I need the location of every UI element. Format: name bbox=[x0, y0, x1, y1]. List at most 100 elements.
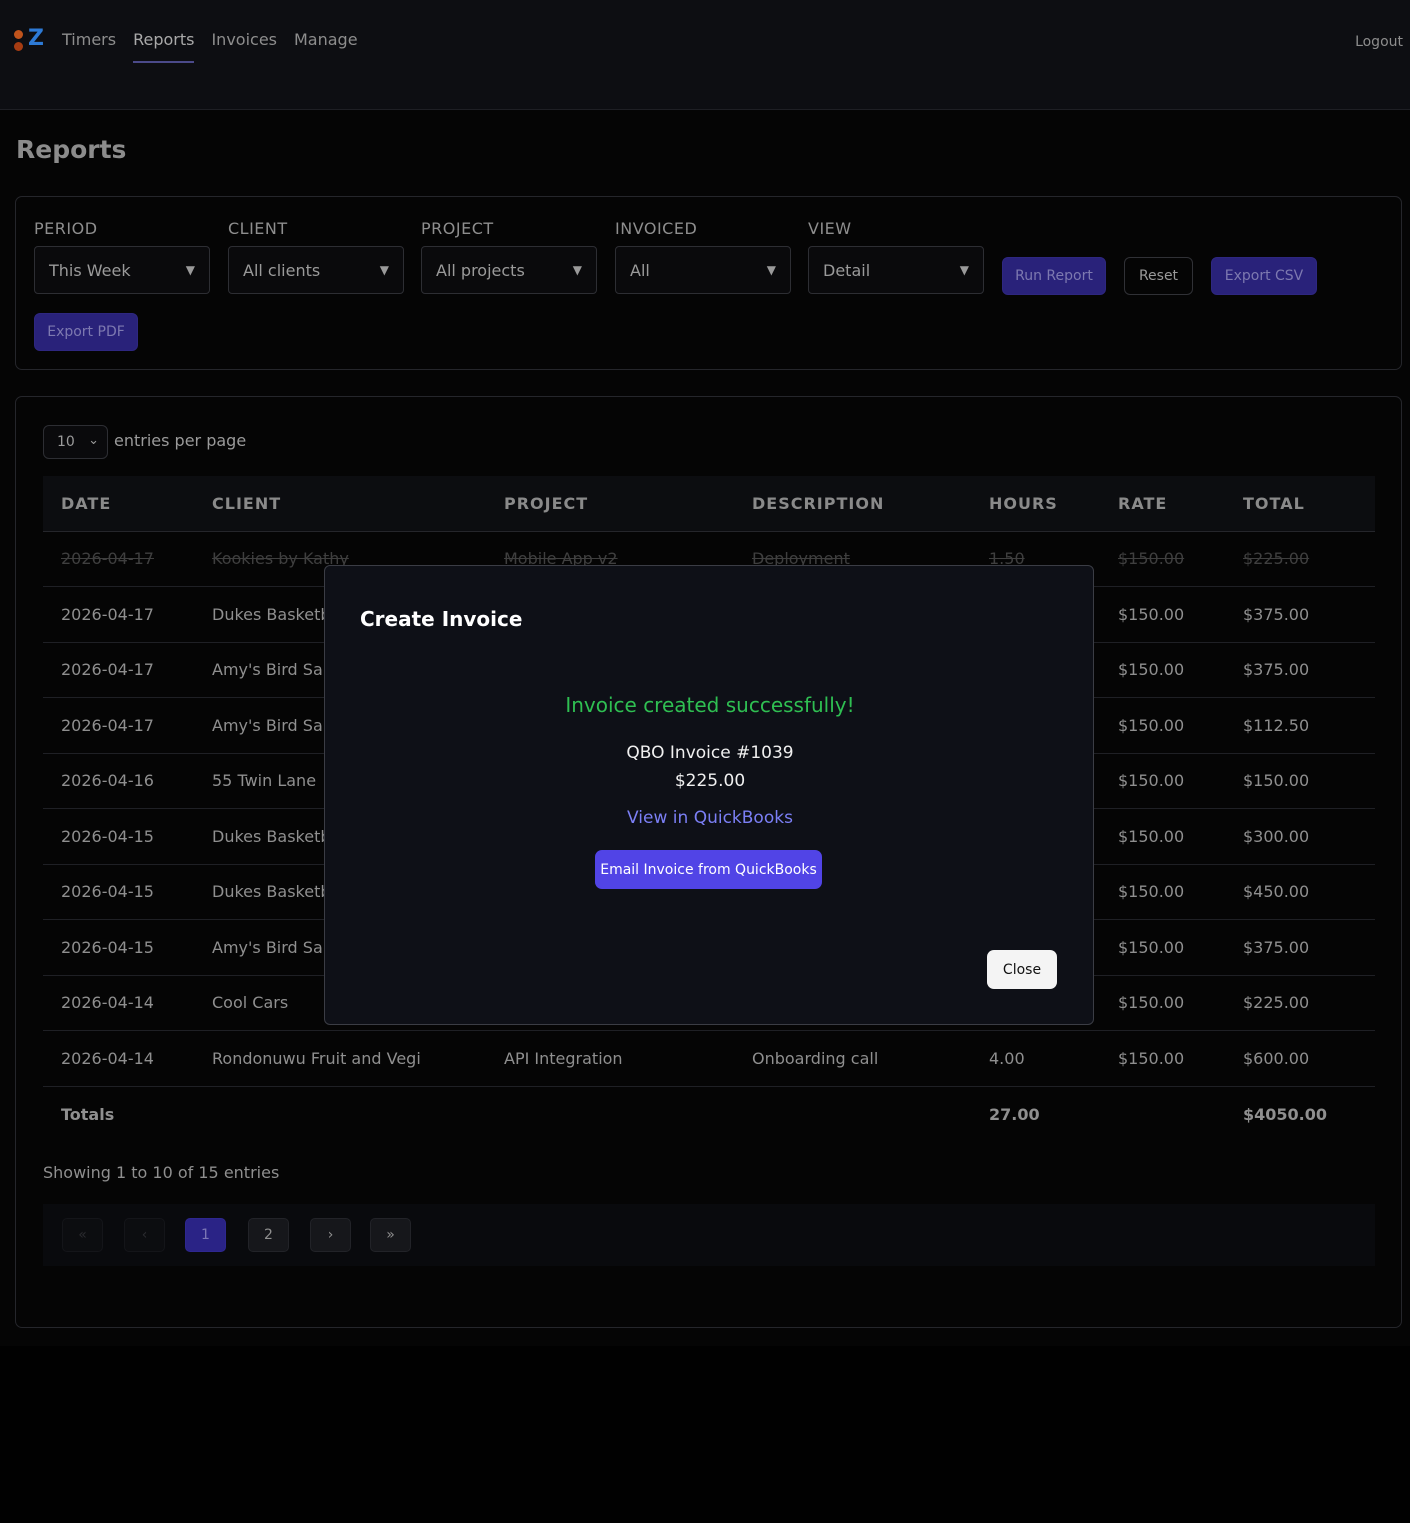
modal-title: Create Invoice bbox=[360, 607, 523, 631]
client-label: CLIENT bbox=[228, 219, 288, 238]
cell-rate: $150.00 bbox=[1100, 1030, 1225, 1087]
project-value: All projects bbox=[436, 261, 525, 280]
export-pdf-button[interactable]: Export PDF bbox=[34, 313, 138, 351]
invoiced-value: All bbox=[630, 261, 650, 280]
cell-date: 2026-04-15 bbox=[43, 919, 194, 976]
period-label: PERIOD bbox=[34, 219, 98, 238]
caret-down-icon: ▼ bbox=[379, 263, 389, 277]
cell-rate: $150.00 bbox=[1100, 586, 1225, 643]
page-title: Reports bbox=[16, 135, 127, 164]
cell-total: $375.00 bbox=[1225, 642, 1375, 698]
cell-date: 2026-04-15 bbox=[43, 808, 194, 865]
view-in-quickbooks-link[interactable]: View in QuickBooks bbox=[325, 808, 1095, 828]
cell-total: $600.00 bbox=[1225, 1030, 1375, 1087]
entries-per-page-select[interactable]: 10 ⌄ bbox=[43, 425, 108, 459]
top-navbar: Z Timers Reports Invoices Manage Logout bbox=[0, 0, 1410, 110]
nav-link-manage[interactable]: Manage bbox=[294, 30, 358, 63]
cell-date: 2026-04-14 bbox=[43, 975, 194, 1031]
entries-info: Showing 1 to 10 of 15 entries bbox=[43, 1163, 280, 1182]
caret-down-icon: ▼ bbox=[572, 263, 582, 277]
cell-total: $375.00 bbox=[1225, 586, 1375, 643]
totals-label: Totals bbox=[61, 1104, 115, 1124]
cell-rate: $150.00 bbox=[1100, 975, 1225, 1031]
period-value: This Week bbox=[49, 261, 131, 280]
cell-rate: $150.00 bbox=[1100, 808, 1225, 865]
cell-total: $225.00 bbox=[1225, 975, 1375, 1031]
prev-page-button[interactable]: ‹ bbox=[124, 1218, 165, 1252]
cell-total: $150.00 bbox=[1225, 753, 1375, 809]
cell-hours: 4.00 bbox=[971, 1030, 1100, 1087]
column-header-total[interactable]: TOTAL bbox=[1225, 476, 1375, 532]
period-select[interactable]: This Week ▼ bbox=[34, 246, 210, 294]
next-page-button[interactable]: › bbox=[310, 1218, 351, 1252]
view-select[interactable]: Detail ▼ bbox=[808, 246, 984, 294]
column-header-description[interactable]: DESCRIPTION bbox=[734, 476, 971, 532]
invoice-amount: $225.00 bbox=[674, 771, 746, 791]
column-header-project[interactable]: PROJECT bbox=[486, 476, 734, 532]
cell-rate: $150.00 bbox=[1100, 919, 1225, 976]
page-1-button[interactable]: 1 bbox=[185, 1218, 226, 1252]
cell-date: 2026-04-17 bbox=[43, 531, 194, 587]
caret-down-icon: ▼ bbox=[959, 263, 969, 277]
client-value: All clients bbox=[243, 261, 321, 280]
cell-rate: $150.00 bbox=[1100, 531, 1225, 587]
period-filter: PERIOD This Week ▼ bbox=[34, 219, 210, 294]
cell-date: 2026-04-17 bbox=[43, 697, 194, 754]
column-header-rate[interactable]: RATE bbox=[1100, 476, 1225, 532]
export-csv-button[interactable]: Export CSV bbox=[1211, 257, 1317, 295]
project-label: PROJECT bbox=[421, 219, 494, 238]
nav-link-timers[interactable]: Timers bbox=[62, 30, 116, 63]
cell-total: $375.00 bbox=[1225, 919, 1375, 976]
success-message: Invoice created successfully! bbox=[565, 693, 855, 717]
cell-total: $300.00 bbox=[1225, 808, 1375, 865]
cell-rate: $150.00 bbox=[1100, 697, 1225, 754]
cell-total: $112.50 bbox=[1225, 697, 1375, 754]
cell-date: 2026-04-16 bbox=[43, 753, 194, 809]
invoiced-label: INVOICED bbox=[615, 219, 698, 238]
entries-per-page-label: entries per page bbox=[114, 431, 247, 450]
nav-link-reports[interactable]: Reports bbox=[133, 30, 195, 63]
client-filter: CLIENT All clients ▼ bbox=[228, 219, 404, 294]
page-2-button[interactable]: 2 bbox=[248, 1218, 289, 1252]
run-report-button[interactable]: Run Report bbox=[1002, 257, 1106, 295]
totals-hours: 27.00 bbox=[989, 1104, 1040, 1124]
filters-card: PERIOD This Week ▼ CLIENT All clients ▼ … bbox=[15, 196, 1402, 370]
column-header-date[interactable]: DATE bbox=[43, 476, 194, 532]
caret-down-icon: ▼ bbox=[185, 263, 195, 277]
column-header-client[interactable]: CLIENT bbox=[194, 476, 486, 532]
email-invoice-button[interactable]: Email Invoice from QuickBooks bbox=[595, 850, 822, 889]
cell-date: 2026-04-17 bbox=[43, 586, 194, 643]
invoice-number: QBO Invoice #1039 bbox=[626, 743, 794, 763]
cell-date: 2026-04-14 bbox=[43, 1030, 194, 1087]
cell-rate: $150.00 bbox=[1100, 753, 1225, 809]
entries-per-page-value: 10 bbox=[57, 434, 75, 450]
view-label: VIEW bbox=[808, 219, 852, 238]
create-invoice-modal: Create Invoice Invoice created successfu… bbox=[324, 565, 1094, 1025]
close-button[interactable]: Close bbox=[987, 950, 1057, 989]
invoiced-select[interactable]: All ▼ bbox=[615, 246, 791, 294]
client-select[interactable]: All clients ▼ bbox=[228, 246, 404, 294]
column-header-hours[interactable]: HOURS bbox=[971, 476, 1100, 532]
view-filter: VIEW Detail ▼ bbox=[808, 219, 984, 294]
totals-row: Totals 27.00 $4050.00 bbox=[43, 1086, 1375, 1142]
pagination: « ‹ 1 2 › » bbox=[43, 1204, 1375, 1266]
reset-button[interactable]: Reset bbox=[1124, 257, 1193, 295]
totals-amount: $4050.00 bbox=[1243, 1104, 1328, 1124]
cell-total: $450.00 bbox=[1225, 864, 1375, 920]
nav-link-invoices[interactable]: Invoices bbox=[211, 30, 277, 63]
project-select[interactable]: All projects ▼ bbox=[421, 246, 597, 294]
chevron-down-icon: ⌄ bbox=[88, 433, 99, 448]
last-page-button[interactable]: » bbox=[370, 1218, 411, 1252]
cell-date: 2026-04-15 bbox=[43, 864, 194, 920]
app-logo-icon[interactable]: Z bbox=[12, 26, 46, 54]
first-page-button[interactable]: « bbox=[62, 1218, 103, 1252]
table-row[interactable]: 2026-04-14 Rondonuwu Fruit and Vegi API … bbox=[43, 1030, 1375, 1087]
cell-client: Rondonuwu Fruit and Vegi bbox=[194, 1030, 486, 1087]
caret-down-icon: ▼ bbox=[766, 263, 776, 277]
invoiced-filter: INVOICED All ▼ bbox=[615, 219, 791, 294]
cell-total: $225.00 bbox=[1225, 531, 1375, 587]
cell-rate: $150.00 bbox=[1100, 642, 1225, 698]
logout-link[interactable]: Logout bbox=[1355, 34, 1403, 50]
cell-rate: $150.00 bbox=[1100, 864, 1225, 920]
project-filter: PROJECT All projects ▼ bbox=[421, 219, 597, 294]
